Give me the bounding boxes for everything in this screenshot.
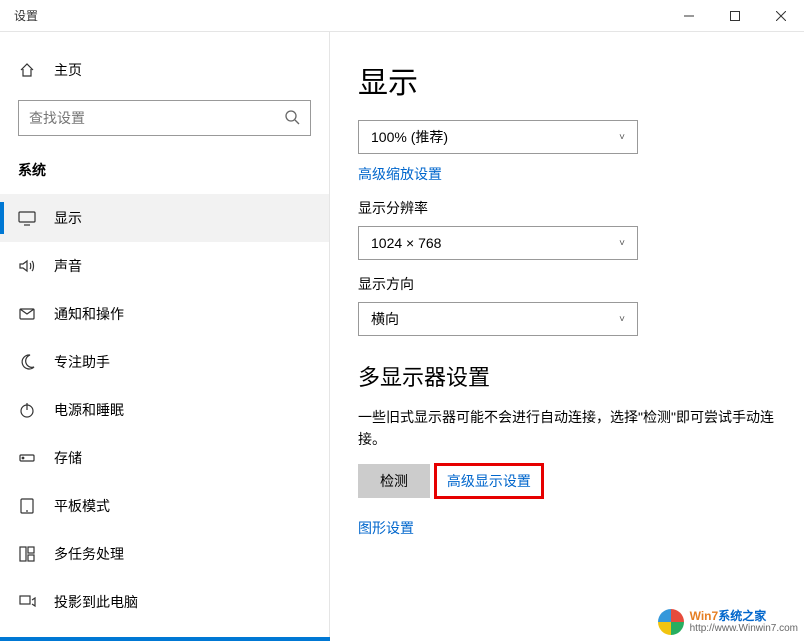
nav-label: 显示	[54, 208, 82, 228]
watermark-url: http://www.Winwin7.com	[690, 623, 798, 634]
monitor-icon	[18, 209, 36, 227]
sidebar: 主页 系统 显示 声音 通知和操作 专注助手 电源和睡眠	[0, 32, 330, 641]
multitask-icon	[18, 545, 36, 563]
nav-storage[interactable]: 存储	[0, 434, 329, 482]
nav-label: 多任务处理	[54, 544, 124, 564]
home-label: 主页	[54, 60, 82, 80]
graphics-settings-link[interactable]: 图形设置	[358, 518, 414, 538]
notification-icon	[18, 305, 36, 323]
power-icon	[18, 401, 36, 419]
window-title: 设置	[14, 7, 38, 24]
scale-dropdown[interactable]: 100% (推荐) ˅	[358, 120, 638, 154]
main-content: 显示 100% (推荐) ˅ 高级缩放设置 显示分辨率 1024 × 768 ˅…	[330, 32, 804, 641]
nav-label: 电源和睡眠	[54, 400, 124, 420]
watermark: Win7系统之家 http://www.Winwin7.com	[658, 609, 798, 635]
watermark-title: Win7系统之家	[690, 610, 798, 623]
storage-icon	[18, 449, 36, 467]
moon-icon	[18, 353, 36, 371]
page-title: 显示	[358, 58, 776, 102]
nav-display[interactable]: 显示	[0, 194, 329, 242]
orientation-value: 横向	[371, 309, 399, 329]
nav-multitasking[interactable]: 多任务处理	[0, 530, 329, 578]
search-icon	[284, 109, 300, 128]
scale-value: 100% (推荐)	[371, 127, 448, 147]
maximize-button[interactable]	[712, 0, 758, 32]
nav-notifications[interactable]: 通知和操作	[0, 290, 329, 338]
project-icon	[18, 593, 36, 611]
search-input[interactable]	[29, 110, 284, 126]
resolution-value: 1024 × 768	[371, 235, 441, 251]
home-link[interactable]: 主页	[0, 52, 329, 96]
close-button[interactable]	[758, 0, 804, 32]
nav-label: 存储	[54, 448, 82, 468]
search-box[interactable]	[18, 100, 311, 136]
nav-label: 平板模式	[54, 496, 110, 516]
watermark-logo-icon	[658, 609, 684, 635]
multi-monitor-title: 多显示器设置	[358, 360, 776, 392]
speaker-icon	[18, 257, 36, 275]
resolution-dropdown[interactable]: 1024 × 768 ˅	[358, 226, 638, 260]
nav-focus-assist[interactable]: 专注助手	[0, 338, 329, 386]
tablet-icon	[18, 497, 36, 515]
advanced-display-link[interactable]: 高级显示设置	[447, 471, 531, 491]
nav-projecting[interactable]: 投影到此电脑	[0, 578, 329, 626]
advanced-scaling-link[interactable]: 高级缩放设置	[358, 164, 442, 184]
nav-label: 专注助手	[54, 352, 110, 372]
nav-label: 投影到此电脑	[54, 592, 138, 612]
nav-label: 通知和操作	[54, 304, 124, 324]
chevron-down-icon: ˅	[619, 132, 625, 143]
titlebar: 设置	[0, 0, 804, 32]
resolution-label: 显示分辨率	[358, 198, 776, 218]
chevron-down-icon: ˅	[619, 238, 625, 249]
nav-power-sleep[interactable]: 电源和睡眠	[0, 386, 329, 434]
orientation-dropdown[interactable]: 横向 ˅	[358, 302, 638, 336]
minimize-button[interactable]	[666, 0, 712, 32]
window-controls	[666, 0, 804, 32]
category-label: 系统	[0, 154, 329, 194]
nav-sound[interactable]: 声音	[0, 242, 329, 290]
nav-tablet-mode[interactable]: 平板模式	[0, 482, 329, 530]
orientation-label: 显示方向	[358, 274, 776, 294]
chevron-down-icon: ˅	[619, 314, 625, 325]
taskbar-edge	[0, 637, 330, 641]
nav-label: 声音	[54, 256, 82, 276]
home-icon	[18, 61, 36, 79]
highlight-annotation: 高级显示设置	[434, 463, 544, 499]
detect-button[interactable]: 检测	[358, 464, 430, 498]
multi-monitor-desc: 一些旧式显示器可能不会进行自动连接，选择"检测"即可尝试手动连接。	[358, 406, 776, 451]
